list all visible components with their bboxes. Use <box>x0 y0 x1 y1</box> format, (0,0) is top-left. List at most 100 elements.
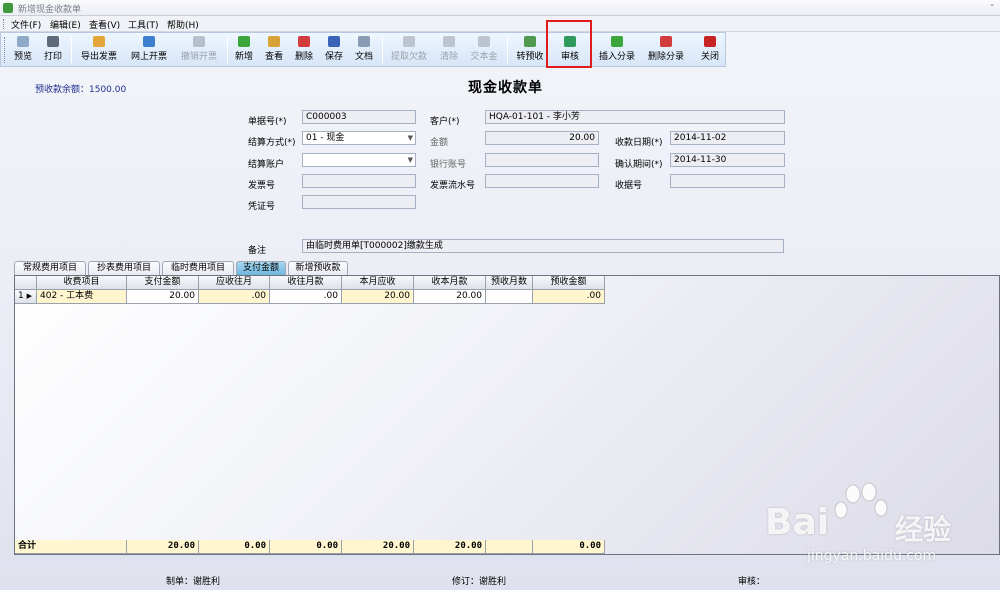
col-header[interactable]: 预收月数 <box>486 276 533 290</box>
save-button[interactable]: 保存 <box>322 35 346 65</box>
minimize-button[interactable]: - <box>990 0 994 11</box>
col-header[interactable]: 本月应收 <box>342 276 414 290</box>
toolbar-separator <box>382 37 383 63</box>
preview-button[interactable]: 预览 <box>11 35 35 65</box>
receipt-label: 收据号 <box>615 181 643 191</box>
tab-regular-fees[interactable]: 常规费用项目 <box>14 261 86 275</box>
menu-grip <box>3 19 6 29</box>
invoice-serial-field[interactable] <box>485 174 599 188</box>
col-header[interactable]: 预收金额 <box>533 276 605 290</box>
receipt-field[interactable] <box>670 174 785 188</box>
bank-field[interactable] <box>485 153 599 167</box>
undo-icon <box>193 36 205 47</box>
voucher-field[interactable] <box>302 195 416 209</box>
total-due-month: 20.00 <box>342 540 414 554</box>
menu-tools[interactable]: 工具(T) <box>128 18 159 31</box>
settle-select[interactable]: 01 - 现金 ▼ <box>302 131 416 145</box>
bank-label: 银行账号 <box>430 160 467 170</box>
document-button[interactable]: 文档 <box>352 35 376 65</box>
row-header-corner <box>15 276 37 290</box>
watermark-brand: Bai <box>765 502 830 543</box>
invoice-serial-label: 发票流水号 <box>430 181 476 191</box>
totals-label: 合计 <box>15 540 127 554</box>
customer-label: 客户(*) <box>430 117 460 127</box>
col-header[interactable]: 应收往月 <box>199 276 270 290</box>
cashier-button[interactable]: 交本金 <box>467 35 501 65</box>
remark-field[interactable]: 由临时费用单[T000002]缴款生成 <box>302 239 784 253</box>
tab-temporary-fees[interactable]: 临时费用项目 <box>162 261 234 275</box>
recv-date-field[interactable]: 2014-11-02 <box>670 131 785 145</box>
delete-entry-button[interactable]: 删除分录 <box>645 35 687 65</box>
toolbar: 预览 打印 导出发票 网上开票 撤销开票 新增 查看 删除 保存 文档 提取欠款 <box>0 32 726 67</box>
delete-row-icon <box>660 36 672 47</box>
printer-icon <box>47 36 59 47</box>
online-invoice-button[interactable]: 网上开票 <box>127 35 171 65</box>
grid-cell-pre-amount[interactable]: .00 <box>533 290 605 304</box>
auditor-label: 审核： <box>738 577 766 587</box>
insert-row-icon <box>611 36 623 47</box>
dropdown-arrow-icon[interactable]: ▼ <box>408 154 413 166</box>
col-header[interactable]: 收费项目 <box>37 276 127 290</box>
new-button[interactable]: 新增 <box>232 35 256 65</box>
doc-no-label: 单据号(*) <box>248 117 287 127</box>
cancel-invoice-button[interactable]: 撤销开票 <box>177 35 221 65</box>
to-prepaid-button[interactable]: 转预收 <box>513 35 547 65</box>
grid-cell-due-prev[interactable]: .00 <box>199 290 270 304</box>
tab-new-prepaid[interactable]: 新增预收款 <box>288 261 348 275</box>
invoice-field[interactable] <box>302 174 416 188</box>
menu-edit[interactable]: 编辑(E) <box>50 18 81 31</box>
grid-cell-pay[interactable]: 20.00 <box>127 290 199 304</box>
clear-icon <box>443 36 455 47</box>
tab-meter-fees[interactable]: 抄表费用项目 <box>88 261 160 275</box>
invoice-label: 发票号 <box>248 181 276 191</box>
confirm-field[interactable]: 2014-11-30 <box>670 153 785 167</box>
grid-cell-item[interactable]: 402 - 工本费 <box>37 290 127 304</box>
recv-date-label: 收款日期(*) <box>615 138 663 148</box>
grid-cell-pre-months[interactable] <box>486 290 533 304</box>
account-select[interactable]: ▼ <box>302 153 416 167</box>
save-icon <box>328 36 340 47</box>
preview-icon <box>17 36 29 47</box>
customer-field[interactable]: HQA-01-101 - 李小芳 <box>485 110 785 124</box>
amount-field[interactable]: 20.00 <box>485 131 599 145</box>
revisor-label: 修订：谢胜利 <box>452 577 507 587</box>
export-invoice-button[interactable]: 导出发票 <box>77 35 121 65</box>
window-title: 新增现金收款单 <box>18 5 82 15</box>
pencil-icon <box>143 36 155 47</box>
tab-payment-amount[interactable]: 支付金额 <box>236 261 286 275</box>
view-button[interactable]: 查看 <box>262 35 286 65</box>
col-header[interactable]: 支付金额 <box>127 276 199 290</box>
menu-help[interactable]: 帮助(H) <box>167 18 199 31</box>
total-recv-month: 20.00 <box>414 540 486 554</box>
grid-cell-due-month[interactable]: 20.00 <box>342 290 414 304</box>
grid-cell-recv-prev[interactable]: .00 <box>270 290 342 304</box>
settle-label: 结算方式(*) <box>248 138 296 148</box>
col-header[interactable]: 收本月款 <box>414 276 486 290</box>
grid-cell-recv-month[interactable]: 20.00 <box>414 290 486 304</box>
fetch-arrears-button[interactable]: 提取欠款 <box>387 35 431 65</box>
account-label: 结算账户 <box>248 160 285 170</box>
total-pay: 20.00 <box>127 540 199 554</box>
watermark-brand2: 经验 <box>895 513 952 546</box>
toolbar-separator <box>507 37 508 63</box>
close-button[interactable]: 关闭 <box>698 35 722 65</box>
print-button[interactable]: 打印 <box>41 35 65 65</box>
title-bar: 新增现金收款单 - <box>0 0 1000 16</box>
toolbar-grip <box>4 37 7 63</box>
delete-button[interactable]: 删除 <box>292 35 316 65</box>
settle-value: 01 - 现金 <box>306 133 345 143</box>
baidu-watermark: Bai 经验 jingyan.baidu.com <box>765 480 990 570</box>
menu-file[interactable]: 文件(F) <box>11 18 41 31</box>
row-number[interactable]: 1 ▶ <box>15 290 37 304</box>
total-pre-amount: 0.00 <box>533 540 605 554</box>
total-due-prev: 0.00 <box>199 540 270 554</box>
insert-entry-button[interactable]: 插入分录 <box>596 35 638 65</box>
doc-no-field[interactable]: C000003 <box>302 110 416 124</box>
menu-view[interactable]: 查看(V) <box>89 18 120 31</box>
form-title: 现金收款单 <box>468 80 543 96</box>
dropdown-arrow-icon[interactable]: ▼ <box>408 132 413 144</box>
prepaid-balance: 预收款余额：1500.00 <box>35 85 127 95</box>
row-number-text: 1 <box>18 291 24 301</box>
clear-button[interactable]: 清除 <box>437 35 461 65</box>
col-header[interactable]: 收往月款 <box>270 276 342 290</box>
